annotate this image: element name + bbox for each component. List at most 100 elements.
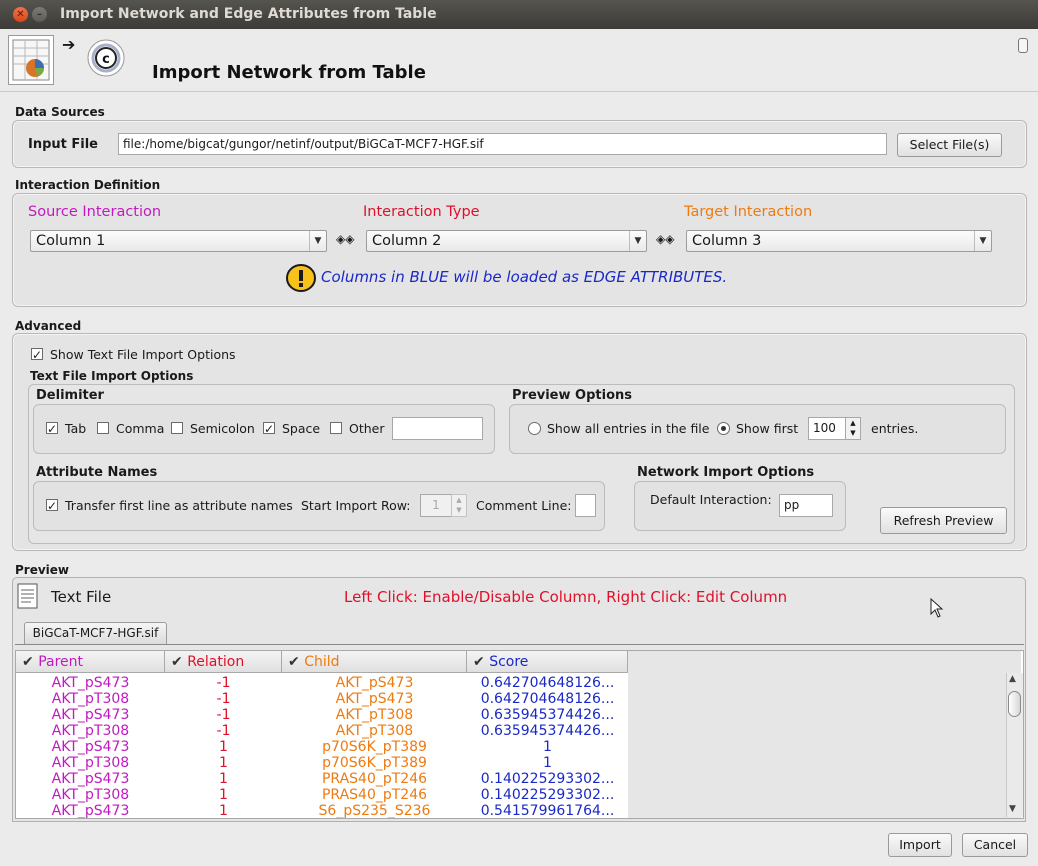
table-cell: -1 xyxy=(216,723,231,739)
delimiter-tab-label: Tab xyxy=(65,421,87,436)
refresh-preview-button[interactable]: Refresh Preview xyxy=(880,507,1007,534)
preview-table[interactable]: ✔ Parent ✔ Relation ✔ Child ✔ Score AKT_… xyxy=(15,650,1024,819)
entries-label: entries. xyxy=(871,421,919,436)
table-cell: 1 xyxy=(219,739,228,755)
delimiter-tab-checkbox[interactable]: ✓ xyxy=(46,422,58,435)
table-cell: 0.635945374426... xyxy=(480,707,615,723)
check-icon: ✔ xyxy=(171,654,183,670)
import-button[interactable]: Import xyxy=(888,833,952,857)
swap-arrows-icon: ◈◈ xyxy=(656,232,675,246)
target-interaction-select[interactable]: Column 3 ▼ xyxy=(686,230,992,252)
dialog-header: ➔ c Import Network from Table xyxy=(0,29,1038,92)
interaction-type-select[interactable]: Column 2 ▼ xyxy=(366,230,647,252)
check-icon: ✔ xyxy=(473,654,485,670)
edge-attribute-warning: Columns in BLUE will be loaded as EDGE A… xyxy=(321,268,728,286)
scroll-indicator[interactable] xyxy=(1018,38,1028,53)
show-first-count-input[interactable]: 100 xyxy=(808,417,846,440)
show-all-entries-radio[interactable] xyxy=(528,422,541,435)
table-cell: -1 xyxy=(216,691,231,707)
transfer-first-line-checkbox[interactable]: ✓ xyxy=(46,499,58,512)
table-cell: 1 xyxy=(219,803,228,819)
default-interaction-label: Default Interaction: xyxy=(650,492,772,507)
delimiter-comma-label: Comma xyxy=(116,421,165,436)
table-cell: 0.642704648126... xyxy=(480,675,615,691)
window-close-button[interactable]: ✕ xyxy=(13,7,28,22)
show-text-options-label: Show Text File Import Options xyxy=(50,347,236,362)
start-import-row-label: Start Import Row: xyxy=(301,498,411,513)
scroll-down-icon[interactable]: ▼ xyxy=(1009,804,1016,814)
table-cell: AKT_pS473 xyxy=(335,691,414,707)
table-cell: AKT_pS473 xyxy=(51,771,130,787)
swap-arrows-icon: ◈◈ xyxy=(336,232,355,246)
table-cell: 0.635945374426... xyxy=(480,723,615,739)
delimiter-label: Delimiter xyxy=(36,388,104,403)
delimiter-semicolon-checkbox[interactable] xyxy=(171,422,183,434)
delimiter-other-input[interactable] xyxy=(392,417,483,440)
table-cell: -1 xyxy=(216,675,231,691)
table-cell: AKT_pT308 xyxy=(51,787,130,803)
delimiter-comma-checkbox[interactable] xyxy=(97,422,109,434)
column-header-relation[interactable]: ✔ Relation xyxy=(165,651,282,673)
column-click-hint: Left Click: Enable/Disable Column, Right… xyxy=(344,588,788,606)
table-cell: PRAS40_pT246 xyxy=(321,771,428,787)
interaction-definition-label: Interaction Definition xyxy=(15,178,161,192)
start-import-row-stepper[interactable]: ▲ ▼ xyxy=(451,494,467,517)
table-cell: AKT_pT308 xyxy=(51,755,130,771)
window-minimize-button[interactable]: – xyxy=(32,7,47,22)
delimiter-other-checkbox[interactable] xyxy=(330,422,342,434)
source-interaction-value: Column 1 xyxy=(36,233,106,249)
select-files-button[interactable]: Select File(s) xyxy=(897,133,1002,157)
tab-file[interactable]: BiGCaT-MCF7-HGF.sif xyxy=(24,622,167,644)
table-cell: 1 xyxy=(543,739,552,755)
column-header-label: Parent xyxy=(38,654,84,670)
tab-divider xyxy=(15,644,1024,645)
warning-icon xyxy=(286,264,316,292)
column-header-label: Score xyxy=(489,654,529,670)
scroll-up-icon[interactable]: ▲ xyxy=(1009,674,1016,684)
preview-label: Preview xyxy=(15,563,70,577)
attribute-names-label: Attribute Names xyxy=(36,465,158,480)
svg-text:c: c xyxy=(102,52,110,67)
table-cell: 0.140225293302... xyxy=(480,771,615,787)
page-title: Import Network from Table xyxy=(152,62,426,83)
table-cell: AKT_pT308 xyxy=(51,723,130,739)
column-header-label: Relation xyxy=(187,654,245,670)
table-empty-area xyxy=(628,651,1021,818)
table-cell: AKT_pS473 xyxy=(51,675,130,691)
show-first-radio[interactable] xyxy=(717,422,730,435)
show-text-options-checkbox[interactable]: ✓ xyxy=(31,348,43,361)
table-cell: 1 xyxy=(543,755,552,771)
interaction-type-value: Column 2 xyxy=(372,233,442,249)
column-header-score[interactable]: ✔ Score xyxy=(467,651,628,673)
chevron-down-icon: ▼ xyxy=(974,231,991,251)
default-interaction-input[interactable]: pp xyxy=(779,494,833,517)
cytoscape-logo-icon: c xyxy=(86,38,126,78)
text-file-icon xyxy=(15,583,41,609)
column-header-parent[interactable]: ✔ Parent xyxy=(16,651,165,673)
table-cell: 0.541579961764... xyxy=(480,803,615,819)
input-file-field[interactable]: file:/home/bigcat/gungor/netinf/output/B… xyxy=(118,133,887,155)
comment-line-input[interactable] xyxy=(575,494,596,517)
vertical-scrollbar[interactable]: ▲ ▼ xyxy=(1006,673,1023,817)
target-interaction-label: Target Interaction xyxy=(684,204,813,220)
target-interaction-value: Column 3 xyxy=(692,233,762,249)
table-cell: AKT_pT308 xyxy=(335,707,414,723)
window-title: Import Network and Edge Attributes from … xyxy=(60,6,437,22)
text-file-label: Text File xyxy=(51,588,112,606)
source-interaction-select[interactable]: Column 1 ▼ xyxy=(30,230,327,252)
delimiter-space-checkbox[interactable]: ✓ xyxy=(263,422,275,435)
table-cell: 0.642704648126... xyxy=(480,691,615,707)
start-import-row-input[interactable]: 1 xyxy=(420,494,452,517)
table-cell: AKT_pT308 xyxy=(335,723,414,739)
table-cell: AKT_pS473 xyxy=(51,739,130,755)
chevron-down-icon: ▼ xyxy=(309,231,326,251)
scrollbar-thumb[interactable] xyxy=(1008,691,1021,717)
data-sources-label: Data Sources xyxy=(15,105,105,119)
table-cell: 1 xyxy=(219,771,228,787)
cancel-button[interactable]: Cancel xyxy=(962,833,1028,857)
column-header-label: Child xyxy=(304,654,340,670)
check-icon: ✔ xyxy=(288,654,300,670)
show-first-stepper[interactable]: ▲ ▼ xyxy=(845,417,861,440)
text-file-import-options-label: Text File Import Options xyxy=(30,369,194,383)
column-header-child[interactable]: ✔ Child xyxy=(282,651,467,673)
